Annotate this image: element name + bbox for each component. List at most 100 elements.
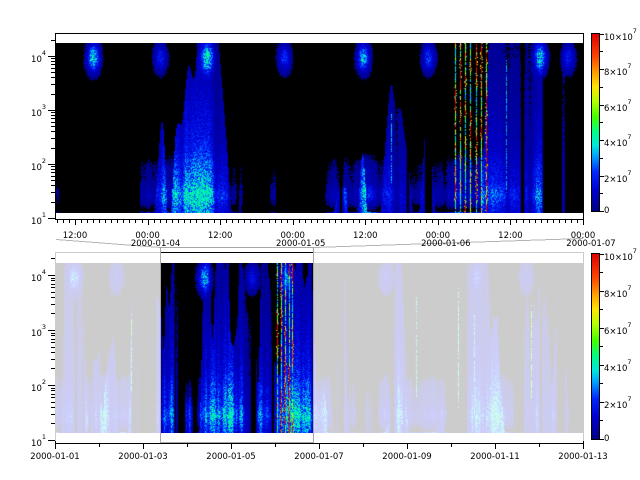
x-minor-tick [117, 220, 118, 223]
y-tick-label: 101 [14, 213, 46, 227]
y-minor-tick [51, 292, 55, 293]
x-tick-label: 2000-01-05 [206, 452, 255, 462]
x-minor-tick [377, 220, 378, 223]
x-minor-tick [539, 444, 540, 447]
y-minor-tick [51, 402, 55, 403]
x-minor-tick [250, 220, 251, 223]
x-minor-tick [363, 444, 364, 447]
y-minor-tick [51, 118, 55, 119]
colorbar-minor-tick [600, 51, 603, 52]
colorbar-tick-label: 4×107 [604, 360, 632, 374]
y-minor-tick [51, 339, 55, 340]
x-date-label: 2000-01-06 [421, 239, 470, 249]
x-minor-tick [202, 220, 203, 223]
colorbar-tick-label: 10×107 [604, 249, 637, 263]
y-minor-tick [51, 176, 55, 177]
x-minor-tick [166, 220, 167, 223]
x-minor-tick [311, 220, 312, 223]
x-minor-tick [456, 220, 457, 223]
x-major-tick [220, 220, 221, 225]
colorbar-tick-label: 2×107 [604, 397, 632, 411]
x-minor-tick [184, 220, 185, 223]
x-minor-tick [256, 220, 257, 223]
x-minor-tick [99, 220, 100, 223]
y-minor-tick [51, 284, 55, 285]
x-minor-tick [63, 220, 64, 223]
x-minor-tick [196, 220, 197, 223]
x-tick-label: 2000-01-09 [382, 452, 431, 462]
x-minor-tick [232, 220, 233, 223]
x-minor-tick [323, 220, 324, 223]
x-minor-tick [498, 220, 499, 223]
y-minor-tick [51, 304, 55, 305]
y-minor-tick [51, 347, 55, 348]
x-tick-label: 2000-01-07 [294, 452, 343, 462]
x-minor-tick [402, 220, 403, 223]
y-major-tick [48, 56, 55, 57]
x-tick-label: 2000-01-03 [118, 452, 167, 462]
x-minor-tick [504, 220, 505, 223]
x-minor-tick [468, 220, 469, 223]
y-minor-tick [51, 112, 55, 113]
selection-rect[interactable] [161, 248, 314, 443]
x-major-tick [293, 220, 294, 225]
colorbar-tick-label: 6×107 [604, 100, 632, 114]
x-minor-tick [226, 220, 227, 223]
x-major-tick [319, 444, 320, 449]
y-minor-tick [51, 40, 55, 41]
x-minor-tick [451, 444, 452, 447]
x-minor-tick [450, 220, 451, 223]
colorbar-minor-tick [600, 346, 603, 347]
colorbar-minor-tick [600, 309, 603, 310]
y-tick-label: 103 [14, 105, 46, 119]
y-minor-tick [51, 77, 55, 78]
y-minor-tick [51, 202, 55, 203]
x-minor-tick [335, 220, 336, 223]
y-tick-label: 104 [14, 270, 46, 284]
x-minor-tick [190, 220, 191, 223]
y-minor-tick [51, 68, 55, 69]
y-minor-tick [51, 169, 55, 170]
x-minor-tick [329, 220, 330, 223]
x-minor-tick [142, 220, 143, 223]
x-minor-tick [347, 220, 348, 223]
x-minor-tick [486, 220, 487, 223]
y-major-tick [48, 164, 55, 165]
x-minor-tick [547, 220, 548, 223]
y-major-tick [48, 110, 55, 111]
y-minor-tick [51, 333, 55, 334]
y-minor-tick [51, 423, 55, 424]
x-minor-tick [516, 220, 517, 223]
x-minor-tick [57, 220, 58, 223]
y-minor-tick [51, 390, 55, 391]
colorbar-tick-label: 8×107 [604, 286, 632, 300]
x-major-tick [583, 444, 584, 449]
y-tick-label: 103 [14, 325, 46, 339]
x-major-tick [231, 444, 232, 449]
colorbar-tick-label: 6×107 [604, 323, 632, 337]
x-minor-tick [353, 220, 354, 223]
x-minor-tick [93, 220, 94, 223]
y-minor-tick [51, 58, 55, 59]
x-minor-tick [244, 220, 245, 223]
y-tick-label: 104 [14, 51, 46, 65]
x-minor-tick [69, 220, 70, 223]
y-minor-tick [51, 368, 55, 369]
x-minor-tick [275, 220, 276, 223]
x-minor-tick [187, 444, 188, 447]
x-minor-tick [341, 220, 342, 223]
x-minor-tick [262, 220, 263, 223]
x-minor-tick [123, 220, 124, 223]
x-minor-tick [178, 220, 179, 223]
x-minor-tick [474, 220, 475, 223]
y-tick-label: 102 [14, 380, 46, 394]
x-minor-tick [414, 220, 415, 223]
y-minor-tick [51, 94, 55, 95]
colorbar-tick-label: 0 [604, 206, 609, 216]
x-minor-tick [389, 220, 390, 223]
y-minor-tick [51, 131, 55, 132]
x-minor-tick [275, 444, 276, 447]
x-minor-tick [135, 220, 136, 223]
x-major-tick [438, 220, 439, 225]
y-minor-tick [51, 138, 55, 139]
